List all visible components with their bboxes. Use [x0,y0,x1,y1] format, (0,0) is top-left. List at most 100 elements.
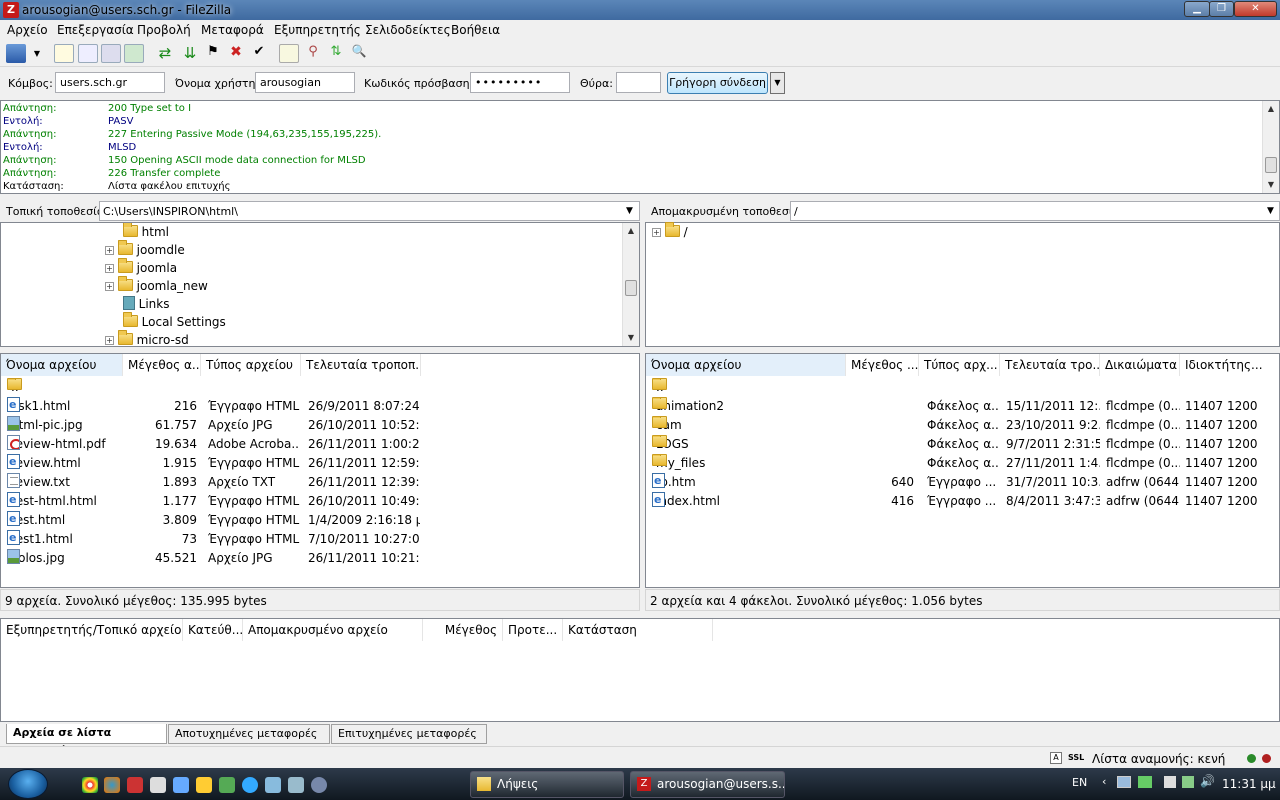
tree-item[interactable]: Local Settings [107,312,226,331]
tree-item[interactable]: Links [107,295,169,313]
tree-item[interactable]: + joomdle [105,240,185,259]
col-header-filename[interactable]: Όνομα αρχείου [646,354,846,376]
queue-col-server-local[interactable]: Εξυπηρετητής/Τοπικό αρχείο [1,619,183,641]
minimize-button[interactable]: ▁ [1184,1,1210,17]
expand-icon[interactable]: + [652,228,661,237]
reconnect-icon[interactable]: ✔ [249,44,269,63]
sync-browsing-icon[interactable]: ⇅ [326,44,346,63]
col-header-modified[interactable]: Τελευταία τροποπ... [301,354,421,376]
file-row[interactable]: review.txt 1.893 Αρχείο TXT 26/11/2011 12:3… [1,473,639,492]
volume-icon[interactable]: 🔊 [1200,774,1215,788]
refresh-icon[interactable]: ⇄ [155,44,175,63]
search-icon[interactable]: 🔍 [349,44,369,63]
file-row[interactable]: volos.jpg 45.521 Αρχείο JPG 26/11/2011 10:2… [1,549,639,568]
app-icon[interactable] [219,777,235,793]
app-icon[interactable] [173,777,189,793]
file-row[interactable]: review-html.pdf 19.634 Adobe Acroba... 26/1… [1,435,639,454]
menu-view[interactable]: Προβολή [137,23,191,37]
tree-item-root[interactable]: + / [652,222,688,241]
toggle-log-icon[interactable] [54,44,74,63]
menu-help[interactable]: Βοήθεια [451,23,500,37]
speed-limit-icon[interactable]: SSL [1068,753,1084,762]
show-hidden-icons-icon[interactable]: ‹ [1102,775,1106,788]
app-icon[interactable] [150,777,166,793]
tree-item[interactable]: html [107,223,169,241]
tray-icon[interactable] [1138,776,1152,788]
file-row[interactable]: cam Φάκελος α... 23/10/2011 9:2... flcdmpe … [646,416,1279,435]
queue-col-size[interactable]: Μέγεθος [423,619,503,641]
username-input[interactable]: arousogian [255,72,355,93]
toggle-queue-icon[interactable] [124,44,144,63]
app-icon[interactable] [288,777,304,793]
tray-icon[interactable] [1164,776,1176,788]
tree-item[interactable]: + joomla_new [105,276,208,295]
tab-failed-transfers[interactable]: Αποτυχημένες μεταφορές [168,724,330,744]
tree-item[interactable]: + joomla [105,258,177,277]
file-row[interactable]: my_files Φάκελος α... 27/11/2011 1:4... flc… [646,454,1279,473]
firefox-icon[interactable] [104,777,120,793]
file-row[interactable]: test-html.html 1.177 Έγγραφο HTML 26/10/201… [1,492,639,511]
menu-file[interactable]: Αρχείο [7,23,48,37]
log-scrollbar[interactable]: ▲ ▼ [1262,101,1279,193]
expand-icon[interactable]: + [105,282,114,291]
tab-successful-transfers[interactable]: Επιτυχημένες μεταφορές [331,724,487,744]
local-path-input[interactable]: C:\Users\INSPIRON\html\ [99,201,640,221]
expand-icon[interactable]: + [105,264,114,273]
file-row[interactable]: test1.html 73 Έγγραφο HTML 7/10/2011 10:27:… [1,530,639,549]
col-header-type[interactable]: Τύπος αρχείου [201,354,301,376]
remote-path-input[interactable]: / [790,201,1280,221]
file-row[interactable]: test.html3.809Έγγραφο HTML1/4/2009 2:16:… [1,511,639,530]
taskbar-item-downloads[interactable]: Λήψεις [470,771,624,798]
file-row[interactable]: LOGS Φάκελος α... 9/7/2011 2:31:5... flcdmp… [646,435,1279,454]
toggle-local-tree-icon[interactable] [78,44,98,63]
expand-icon[interactable]: + [105,336,114,345]
scroll-thumb[interactable] [625,280,637,296]
col-header-filename[interactable]: Όνομα αρχείου [1,354,123,376]
maximize-button[interactable]: ❐ [1209,1,1234,17]
scroll-down-icon[interactable]: ▼ [1263,177,1279,193]
tab-queued-files[interactable]: Αρχεία σε λίστα αναμονής [6,724,167,757]
password-input[interactable]: ••••••••• [470,72,570,93]
file-row[interactable]: review.html 1.915 Έγγραφο HTML 26/11/2011 1… [1,454,639,473]
queue-col-direction[interactable]: Κατεύθ... [183,619,243,641]
file-row[interactable]: index.html 416 Έγγραφο ... 8/4/2011 3:47:3.… [646,492,1279,511]
file-row[interactable]: html-pic.jpg 61.757 Αρχείο JPG 26/10/2011 1… [1,416,639,435]
app-icon[interactable] [127,777,143,793]
chrome-icon[interactable] [82,777,98,793]
directory-comparison-icon[interactable]: ⚲ [303,44,323,63]
show-desktop-icon[interactable] [265,777,281,793]
taskbar-item-filezilla[interactable]: Zarousogian@users.s... [630,771,785,798]
queue-col-remote-file[interactable]: Απομακρυσμένο αρχείο [243,619,423,641]
directory-listing-filters-icon[interactable] [279,44,299,63]
site-manager-icon[interactable] [6,44,26,63]
network-icon[interactable] [1117,776,1131,788]
tray-icon[interactable] [1182,776,1194,788]
toggle-remote-tree-icon[interactable] [101,44,121,63]
file-row[interactable]: fb.htm 640 Έγγραφο ... 31/7/2011 10:3... adf… [646,473,1279,492]
close-button[interactable]: ✕ [1234,1,1277,17]
col-header-owner[interactable]: Ιδιοκτήτης... [1180,354,1279,376]
scroll-down-icon[interactable]: ▼ [623,330,639,346]
col-header-size[interactable]: Μέγεθος ... [846,354,919,376]
expand-icon[interactable]: + [105,246,114,255]
port-input[interactable] [616,72,661,93]
file-row[interactable]: animation2 Φάκελος α... 15/11/2011 12:... f… [646,397,1279,416]
app-icon[interactable] [311,777,327,793]
quickconnect-button[interactable]: Γρήγορη σύνδεση [667,72,768,94]
local-tree-scrollbar[interactable]: ▲ ▼ [622,223,639,346]
disconnect-icon[interactable]: ✖ [226,44,246,63]
stop-icon[interactable]: ⚑ [203,44,223,63]
menu-transfer[interactable]: Μεταφορά [201,23,264,37]
start-button[interactable] [8,769,48,799]
col-header-size[interactable]: Μέγεθος α... [123,354,201,376]
queue-col-priority[interactable]: Προτε... [503,619,563,641]
remote-path-dropdown-icon[interactable]: ▼ [1267,206,1274,216]
col-header-type[interactable]: Τύπος αρχ... [919,354,1000,376]
scroll-thumb[interactable] [1265,157,1277,173]
quickconnect-history-dropdown[interactable]: ▼ [770,72,785,94]
internet-explorer-icon[interactable] [242,777,258,793]
queue-col-status[interactable]: Κατάσταση [563,619,713,641]
file-row[interactable]: .. [1,378,639,397]
menu-edit[interactable]: Επεξεργασία [57,23,134,37]
local-path-dropdown-icon[interactable]: ▼ [626,206,633,216]
